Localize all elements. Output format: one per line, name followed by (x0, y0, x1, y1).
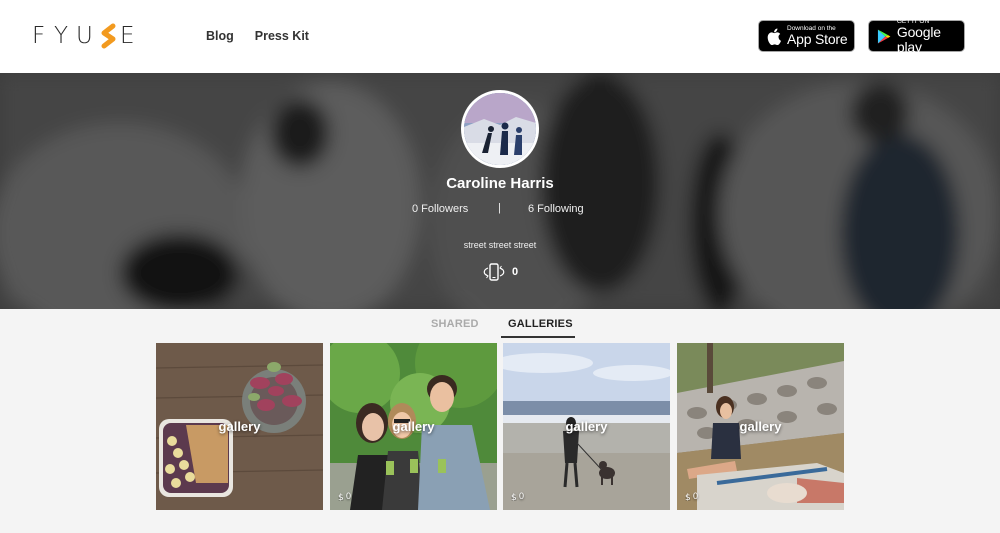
apple-icon (767, 28, 781, 45)
stats-separator: | (498, 202, 501, 214)
profile-tabs: SHARED GALLERIES (0, 309, 1000, 339)
fyuse-count-value: 0 (512, 266, 519, 278)
logo-s-mark-icon (101, 23, 116, 49)
fyuse-logo[interactable]: F Y U E (32, 22, 142, 50)
gallery-count: $ 0 (511, 491, 524, 501)
avatar-photo (464, 93, 536, 165)
logo-letter-e: E (120, 23, 135, 49)
gallery-count: $ 0 (685, 491, 698, 501)
tab-galleries[interactable]: GALLERIES (508, 318, 573, 330)
nav-press-kit-link[interactable]: Press Kit (255, 29, 309, 43)
gallery-card[interactable]: gallery $ 0 (330, 343, 497, 510)
rotate-phone-icon (483, 263, 505, 281)
dollar-icon: $ (685, 493, 691, 501)
profile-hero: Caroline Harris 0 Followers | 6 Followin… (0, 73, 1000, 309)
google-play-big-text: Google play (896, 23, 941, 55)
logo-letter-f: F (32, 23, 46, 49)
logo-letter-u: U (76, 23, 93, 49)
gallery-count-value: 0 (519, 491, 525, 501)
profile-avatar[interactable] (461, 90, 539, 168)
dollar-icon: $ (511, 493, 517, 501)
following-count[interactable]: 6 Following (528, 203, 584, 215)
profile-bio: street street street (463, 240, 537, 250)
gallery-count-value: 0 (346, 491, 352, 501)
logo-letter-y: Y (54, 23, 69, 49)
google-play-icon (877, 29, 891, 43)
gallery-label: gallery (739, 419, 782, 434)
svg-text:$: $ (338, 493, 344, 501)
svg-text:$: $ (685, 493, 691, 501)
gallery-card[interactable]: gallery $ 0 (677, 343, 844, 510)
profile-name: Caroline Harris (446, 175, 554, 192)
gallery-card[interactable]: gallery $ 0 (503, 343, 670, 510)
svg-text:$: $ (511, 493, 517, 501)
gallery-card[interactable]: gallery (156, 343, 323, 510)
app-store-big-text: App Store (787, 31, 848, 47)
gallery-label: gallery (565, 419, 608, 434)
nav-blog-link[interactable]: Blog (206, 29, 234, 43)
tab-shared[interactable]: SHARED (431, 318, 479, 330)
top-header: F Y U E Blog Press Kit Download on the A… (0, 0, 1000, 73)
dollar-icon: $ (338, 493, 344, 501)
gallery-count-value: 0 (693, 491, 699, 501)
gallery-label: gallery (218, 419, 261, 434)
main-nav: Blog Press Kit (206, 29, 309, 43)
gallery-count: $ 0 (338, 491, 351, 501)
followers-count[interactable]: 0 Followers (412, 203, 468, 215)
gallery-label: gallery (392, 419, 435, 434)
app-store-button[interactable]: Download on the App Store (758, 20, 855, 52)
google-play-button[interactable]: GET IT ON Google play (868, 18, 965, 55)
active-tab-indicator (501, 336, 575, 338)
fyuse-count: 0 (482, 263, 518, 281)
